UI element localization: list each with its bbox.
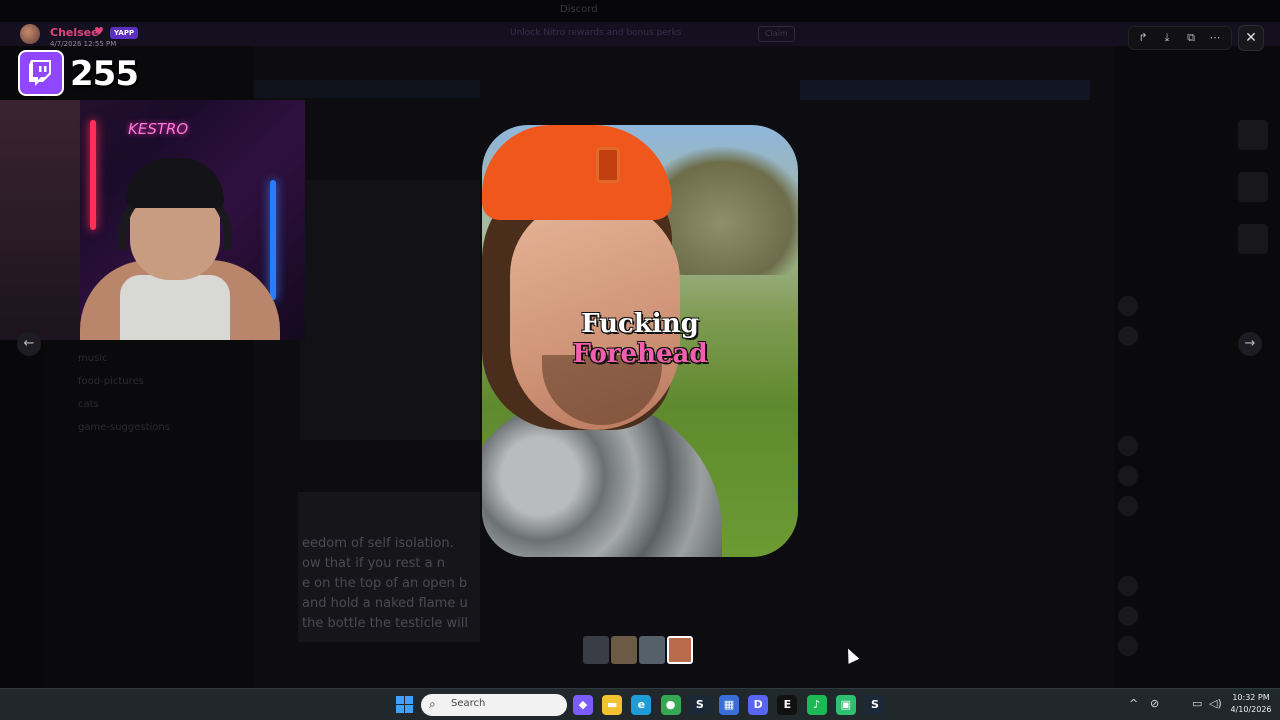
bg-thumbnail bbox=[1238, 224, 1268, 254]
media-image[interactable]: Fucking Forehead bbox=[482, 125, 798, 557]
bg-titlebar bbox=[0, 0, 1280, 22]
bg-banner-text: Unlock Nitro rewards and bonus perks bbox=[510, 28, 682, 38]
twitch-icon bbox=[18, 50, 64, 96]
media-thumbnail[interactable] bbox=[611, 636, 637, 664]
media-toolbar: ↱ ⤓ ⧉ ⋯ bbox=[1128, 26, 1232, 50]
bg-member-avatar bbox=[1118, 466, 1138, 486]
copilot-icon[interactable]: ◆ bbox=[573, 695, 593, 715]
bg-channel-item: food-pictures bbox=[78, 376, 144, 387]
bg-channel-item: music bbox=[78, 353, 108, 364]
steam-icon[interactable]: S bbox=[689, 695, 710, 715]
open-external-icon[interactable]: ⧉ bbox=[1179, 27, 1203, 49]
media-thumbnail[interactable] bbox=[639, 636, 665, 664]
bg-window-title: Discord bbox=[560, 4, 598, 15]
volume-icon[interactable]: ◁) bbox=[1209, 697, 1222, 710]
taskbar: ⌕ Search ◆ ▬ e ● S ▦ D E ♪ ▣ S ^ ⊘ ▭ ◁) 10:32 PM 4… bbox=[0, 688, 1280, 720]
bg-doc-line: ow that if you rest a n bbox=[302, 556, 445, 571]
windows-start-icon[interactable] bbox=[395, 695, 415, 715]
next-arrow-icon[interactable]: → bbox=[1238, 332, 1262, 356]
network-icon[interactable]: ⊘ bbox=[1150, 697, 1159, 710]
android-icon[interactable]: ▣ bbox=[835, 695, 856, 715]
neon-sign: KESTRO bbox=[128, 120, 189, 138]
bg-chat-notice-right bbox=[800, 80, 1090, 100]
clock[interactable]: 10:32 PM 4/10/2026 bbox=[1226, 692, 1276, 716]
webcam-feed: KESTRO bbox=[0, 100, 305, 340]
edge-icon[interactable]: e bbox=[631, 695, 652, 715]
chevron-up-icon[interactable]: ^ bbox=[1129, 697, 1138, 710]
media-thumbnail[interactable] bbox=[667, 636, 693, 664]
close-icon[interactable]: ✕ bbox=[1238, 25, 1264, 51]
bg-member-avatar bbox=[1118, 606, 1138, 626]
bg-channel-item: game-suggestions bbox=[78, 422, 170, 433]
beanie bbox=[126, 158, 224, 208]
forward-icon[interactable]: ↱ bbox=[1131, 27, 1155, 49]
post-date: 4/7/2026 12:55 PM bbox=[50, 40, 117, 48]
file-explorer-icon[interactable]: ▬ bbox=[602, 695, 623, 715]
streamer-name: Chelsee bbox=[50, 26, 99, 39]
store-icon[interactable]: ▦ bbox=[719, 695, 739, 715]
display-icon[interactable]: ▭ bbox=[1192, 697, 1202, 710]
more-icon[interactable]: ⋯ bbox=[1203, 27, 1227, 49]
streamer-avatar bbox=[20, 24, 40, 44]
caption-line-2: Forehead bbox=[572, 339, 708, 369]
bg-doc-line: eedom of self isolation. bbox=[302, 536, 454, 551]
bg-doc-line: and hold a naked flame u bbox=[302, 596, 468, 611]
media-cap-strap bbox=[596, 147, 620, 183]
media-thumbnail[interactable] bbox=[583, 636, 609, 664]
neon-light bbox=[90, 120, 96, 230]
download-icon[interactable]: ⤓ bbox=[1155, 27, 1179, 49]
webcam-shelf bbox=[0, 100, 80, 340]
chrome-icon[interactable]: ● bbox=[660, 695, 681, 715]
role-badge: YAPP bbox=[110, 27, 139, 39]
bg-thumbnail bbox=[1238, 172, 1268, 202]
bg-channel-item: cats bbox=[78, 399, 99, 410]
taskbar-search-input[interactable]: ⌕ Search bbox=[421, 694, 567, 716]
neon-light bbox=[270, 180, 276, 300]
bg-doc-line: the bottle the testicle will bbox=[302, 616, 469, 631]
bg-member-avatar bbox=[1118, 326, 1138, 346]
bg-member-avatar bbox=[1118, 576, 1138, 596]
clock-time: 10:32 PM bbox=[1232, 693, 1270, 702]
bg-doc-line: e on the top of an open b bbox=[302, 576, 468, 591]
bg-chat-notice bbox=[254, 80, 480, 98]
bg-member-avatar bbox=[1118, 636, 1138, 656]
bg-member-avatar bbox=[1118, 496, 1138, 516]
streamer-tank-top bbox=[120, 275, 230, 340]
previous-arrow-icon[interactable]: ← bbox=[17, 332, 41, 356]
epic-games-icon[interactable]: E bbox=[777, 695, 798, 715]
heart-icon: ♥ bbox=[94, 25, 104, 38]
viewer-count: 255 bbox=[70, 54, 139, 94]
steam-2-icon[interactable]: S bbox=[865, 695, 885, 715]
bg-member-avatar bbox=[1118, 296, 1138, 316]
bg-embed-card bbox=[300, 180, 480, 440]
caption-line-1: Fucking bbox=[581, 309, 699, 339]
bg-banner-button: Claim bbox=[758, 26, 795, 42]
discord-icon[interactable]: D bbox=[748, 695, 769, 715]
bg-thumbnail bbox=[1238, 120, 1268, 150]
spotify-icon[interactable]: ♪ bbox=[806, 695, 827, 715]
search-icon: ⌕ bbox=[429, 697, 436, 711]
media-cap bbox=[482, 125, 672, 220]
clock-date: 4/10/2026 bbox=[1230, 705, 1272, 714]
bg-member-avatar bbox=[1118, 436, 1138, 456]
search-placeholder: Search bbox=[451, 698, 486, 709]
